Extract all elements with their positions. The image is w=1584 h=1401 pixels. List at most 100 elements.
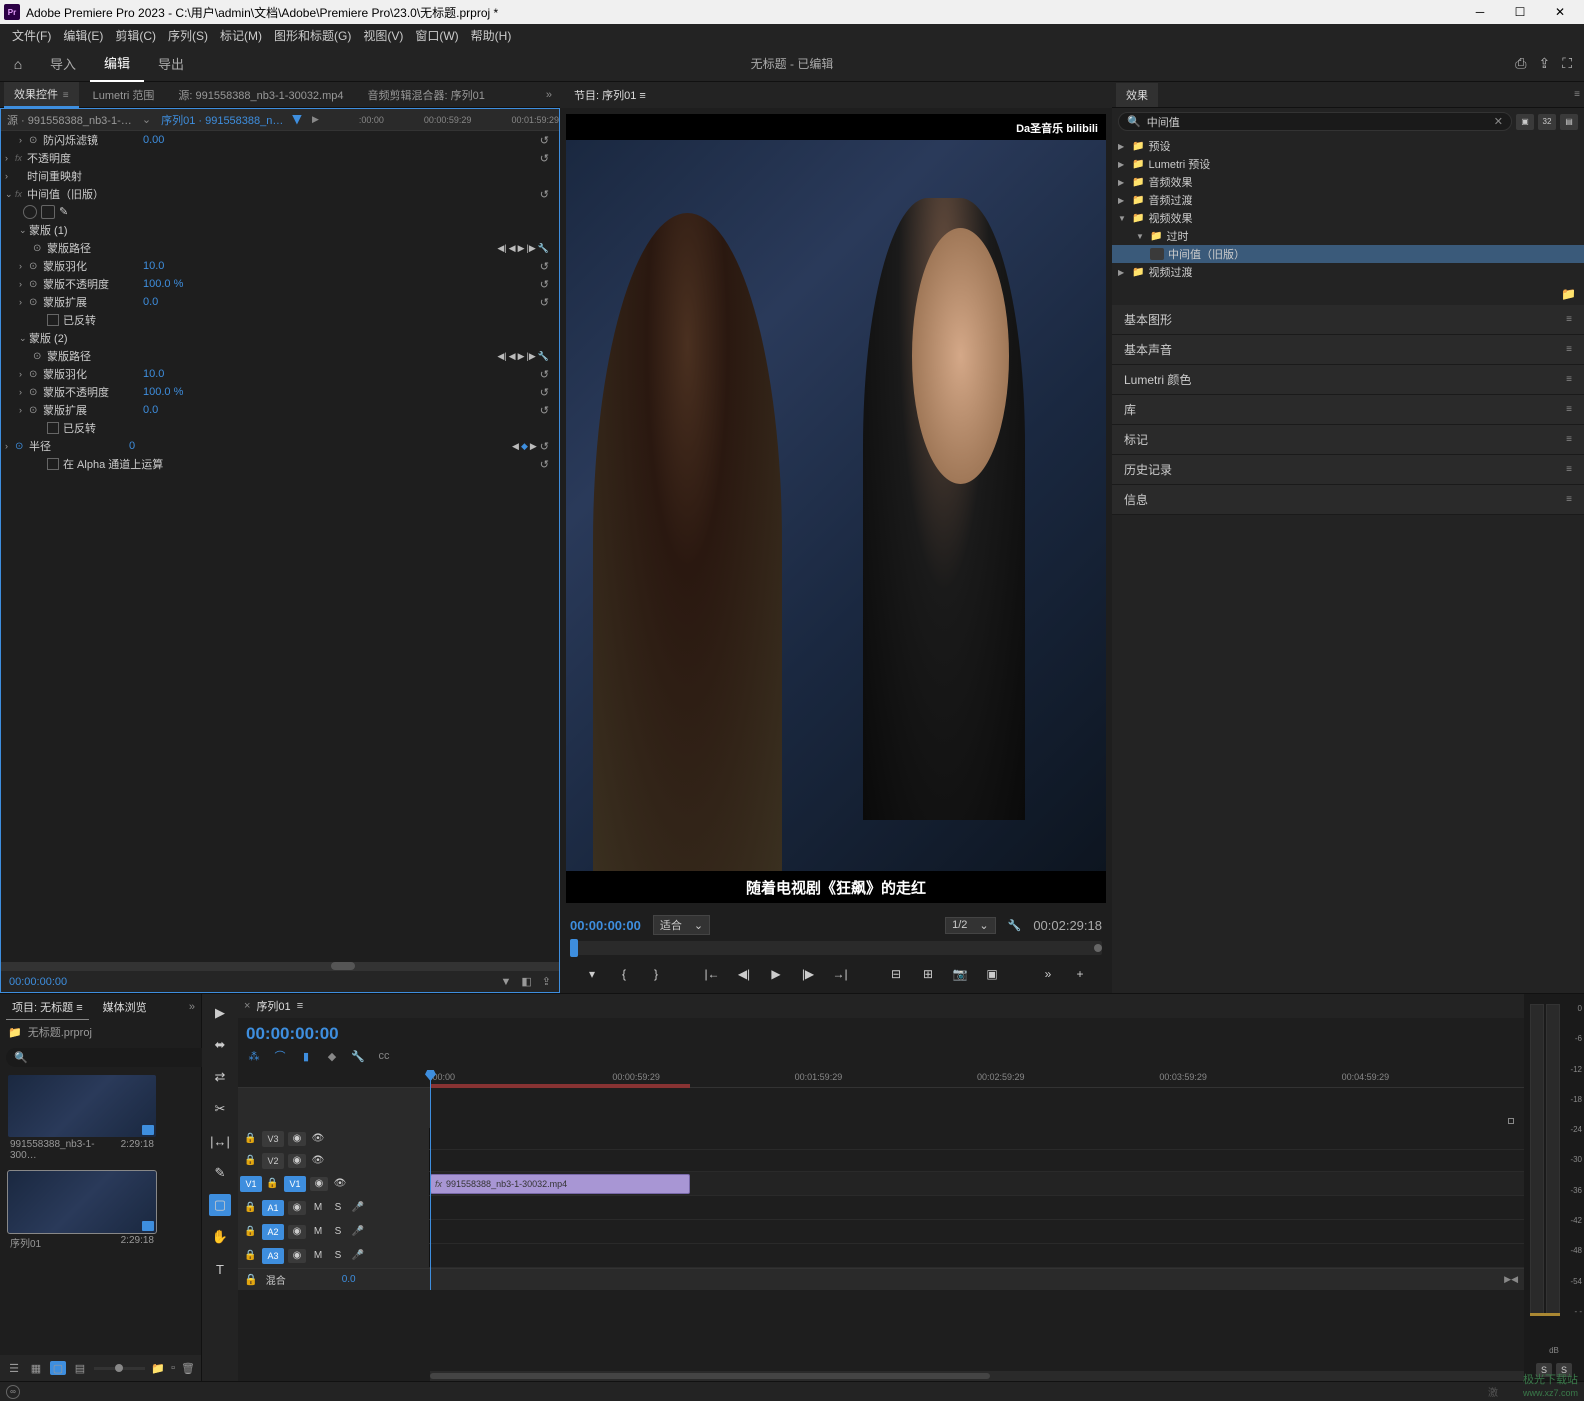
track-back-icon[interactable]: ◀| [497, 243, 506, 254]
fullscreen-icon[interactable]: ⛶ [1562, 55, 1572, 72]
slip-tool[interactable]: |↔| [209, 1130, 231, 1152]
radius-prop[interactable]: 半径 [29, 438, 129, 454]
rectangle-tool[interactable]: ▢ [209, 1194, 231, 1216]
reset-icon[interactable]: ↺ [540, 188, 549, 201]
panel-menu-icon[interactable]: ≡ [297, 1000, 303, 1012]
lift-button[interactable]: ⊟ [885, 963, 907, 985]
resolution-select[interactable]: 1/2⌄ [945, 917, 996, 934]
extract-button[interactable]: ⊞ [917, 963, 939, 985]
prop-value[interactable]: 0.0 [143, 404, 223, 416]
selection-tool[interactable]: ▶ [209, 1002, 231, 1024]
tree-median-effect[interactable]: 中间值（旧版） [1112, 245, 1584, 263]
tab-effects[interactable]: 效果 [1116, 83, 1158, 107]
track-output-toggle[interactable]: ◉ [288, 1225, 306, 1239]
trash-icon[interactable]: 🗑 [181, 1362, 195, 1375]
ec-sequence-name[interactable]: 序列01 · 991558388_nb3-… [155, 112, 292, 128]
tab-project[interactable]: 项目: 无标题 ≡ [6, 995, 89, 1020]
timeline-sequence-tab[interactable]: 序列01 [256, 998, 290, 1014]
ec-timecode[interactable]: 00:00:00:00 [9, 976, 67, 988]
mask-expansion[interactable]: 蒙版扩展 [43, 402, 143, 418]
track-a3[interactable]: A3 [262, 1248, 284, 1264]
panel-libraries[interactable]: 库≡ [1112, 395, 1584, 425]
lock-icon[interactable]: 🔒 [244, 1155, 258, 1166]
lock-icon[interactable]: 🔒 [244, 1133, 258, 1144]
menu-graphics[interactable]: 图形和标题(G) [268, 27, 357, 44]
prop-value[interactable]: 0.00 [143, 134, 223, 146]
tree-audio-effects[interactable]: ▶📁音频效果 [1112, 173, 1584, 191]
add-marker-button[interactable]: ▾ [581, 963, 603, 985]
clear-search-icon[interactable]: ✕ [1494, 115, 1503, 128]
type-tool[interactable]: T [209, 1258, 231, 1280]
solo-icon[interactable]: S [330, 1226, 346, 1237]
panel-menu-icon[interactable]: ≡ [1574, 89, 1580, 100]
voice-icon[interactable]: 🎤 [350, 1202, 366, 1213]
tree-obsolete[interactable]: ▼📁过时 [1112, 227, 1584, 245]
track-output-toggle[interactable]: ◉ [288, 1249, 306, 1263]
panel-info[interactable]: 信息≡ [1112, 485, 1584, 515]
panel-overflow-icon[interactable]: » [189, 1001, 195, 1013]
track-visibility-icon[interactable]: 👁 [310, 1155, 326, 1166]
play-icon[interactable]: ▶ [518, 243, 525, 254]
reset-icon[interactable]: ↺ [540, 440, 549, 453]
track-v2[interactable]: V2 [262, 1153, 284, 1169]
mask-pen-icon[interactable]: ✎ [59, 205, 68, 219]
track-output-toggle[interactable]: ◉ [310, 1177, 328, 1191]
lock-icon[interactable]: 🔒 [244, 1226, 258, 1237]
workspace-export[interactable]: 导出 [144, 46, 198, 82]
prop-value[interactable]: 0 [129, 440, 209, 452]
prev-frame-icon[interactable]: ◀ [509, 351, 516, 362]
panel-essential-graphics[interactable]: 基本图形≡ [1112, 305, 1584, 335]
export-frame-button[interactable]: 📷 [949, 963, 971, 985]
mask-rect-icon[interactable] [41, 205, 55, 219]
captions-icon[interactable]: cc [376, 1048, 392, 1064]
voice-icon[interactable]: 🎤 [350, 1226, 366, 1237]
step-back-button[interactable]: ◀| [733, 963, 755, 985]
effects-search-input[interactable] [1147, 116, 1488, 128]
program-monitor[interactable]: Da圣音乐 bilibili 随着电视剧《狂飙》的走红 [566, 114, 1106, 903]
next-kf-icon[interactable]: ▶ [530, 441, 537, 452]
prop-value[interactable]: 0.0 [143, 296, 223, 308]
menu-help[interactable]: 帮助(H) [465, 27, 518, 44]
panel-markers[interactable]: 标记≡ [1112, 425, 1584, 455]
lock-icon[interactable]: 🔒 [266, 1178, 280, 1189]
zoom-fit-select[interactable]: 适合⌄ [653, 915, 710, 935]
comparison-button[interactable]: ▣ [981, 963, 1003, 985]
share-icon[interactable]: ⇪ [1538, 55, 1550, 72]
menu-view[interactable]: 视图(V) [357, 27, 409, 44]
ec-scroll-thumb[interactable] [331, 962, 355, 970]
next-frame-icon[interactable]: |▶ [527, 351, 536, 362]
sort-icon[interactable]: ▤ [72, 1361, 88, 1375]
mask-ellipse-icon[interactable] [23, 205, 37, 219]
tab-effect-controls[interactable]: 效果控件 ≡ [4, 82, 79, 108]
button-editor-icon[interactable]: » [1037, 963, 1059, 985]
close-tab-icon[interactable]: × [244, 1000, 250, 1012]
video-clip[interactable]: fx991558388_nb3-1-30032.mp4 [430, 1174, 690, 1194]
settings-icon[interactable]: 🔧 [1008, 919, 1022, 932]
track-v3[interactable]: V3 [262, 1131, 284, 1147]
panel-overflow-icon[interactable]: » [542, 89, 556, 101]
menu-markers[interactable]: 标记(M) [214, 27, 268, 44]
go-to-out-button[interactable]: →| [829, 963, 851, 985]
reset-icon[interactable]: ↺ [540, 278, 549, 291]
prop-value[interactable]: 100.0 % [143, 386, 223, 398]
tab-media-browser[interactable]: 媒体浏览 [97, 995, 153, 1019]
reset-icon[interactable]: ↺ [540, 386, 549, 399]
prop-anti-flicker[interactable]: 防闪烁滤镜 [43, 132, 143, 148]
reset-icon[interactable]: ↺ [540, 458, 549, 471]
prop-opacity[interactable]: 不透明度 [27, 150, 127, 166]
share-icon[interactable]: ⇪ [542, 975, 551, 988]
filter-icon[interactable]: ▼ [500, 976, 511, 988]
prev-frame-icon[interactable]: ◀ [509, 243, 516, 254]
track-back-icon[interactable]: ◀| [497, 351, 506, 362]
reset-icon[interactable]: ↺ [540, 368, 549, 381]
reset-icon[interactable]: ↺ [540, 404, 549, 417]
tree-video-transitions[interactable]: ▶📁视频过渡 [1112, 263, 1584, 281]
workspace-edit[interactable]: 编辑 [90, 46, 144, 82]
new-bin-icon[interactable]: 📁 [1561, 287, 1576, 301]
track-v1[interactable]: V1 [284, 1176, 306, 1192]
yuv-badge-icon[interactable]: ▤ [1560, 114, 1578, 130]
timeline-timecode[interactable]: 00:00:00:00 [246, 1022, 1516, 1046]
track-visibility-icon[interactable]: 👁 [310, 1133, 326, 1144]
quick-export-icon[interactable]: ⎙ [1515, 55, 1526, 72]
razor-tool[interactable]: ✂ [209, 1098, 231, 1120]
